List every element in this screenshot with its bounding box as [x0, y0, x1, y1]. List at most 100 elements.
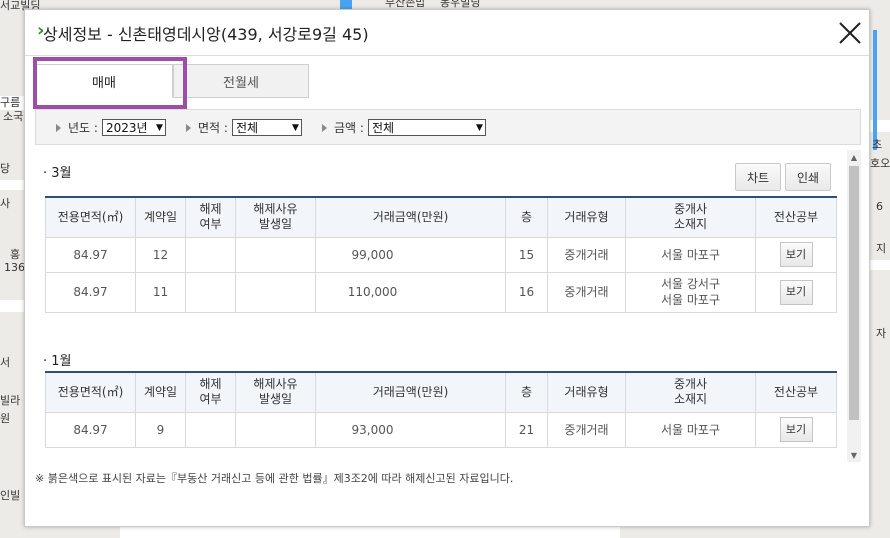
area-select[interactable]: 전체 ▼ [231, 119, 302, 136]
map-label: 6 [876, 200, 883, 213]
cell-day: 12 [135, 236, 186, 273]
month-title: · 3월 [43, 166, 72, 181]
map-label: 소국 [3, 110, 24, 123]
map-label: 호오 [870, 157, 890, 170]
view-registry-button[interactable]: 보기 [779, 279, 813, 305]
cell-reason [235, 271, 316, 313]
col-header-cancel: 해제 여부 [185, 371, 236, 413]
cell-day: 9 [135, 411, 186, 448]
cell-floor: 21 [505, 411, 548, 448]
amount-select-value: 전체 [371, 121, 395, 135]
cell-day: 11 [135, 271, 186, 313]
cell-price: 93,000 [315, 411, 506, 448]
area-select-value: 전체 [235, 121, 259, 135]
cell-broker: 서울 마포구 [625, 236, 756, 273]
col-header-price: 거래금액(만원) [315, 371, 506, 413]
cell-registry: 보기 [755, 271, 837, 313]
view-registry-button[interactable]: 보기 [779, 242, 813, 267]
map-label: 원 [0, 412, 11, 425]
header-divider [25, 55, 869, 56]
table-row: 84.97 9 93,000 21 중개거래 서울 마포구 보기 [45, 411, 837, 448]
triangle-right-icon [56, 123, 61, 132]
chevron-down-icon: ▼ [292, 122, 299, 133]
col-header-price: 거래금액(만원) [315, 196, 506, 238]
amount-filter: 금액 : 전체 ▼ [322, 119, 486, 136]
cell-type: 중개거래 [547, 271, 626, 313]
col-header-area: 전용면적(㎡) [45, 196, 136, 238]
tab-rent[interactable]: 전월세 [173, 64, 309, 98]
detail-modal: › 상세정보 - 신촌태영데시앙(439, 서강로9길 45) 매매 전월세 년… [24, 9, 870, 527]
triangle-right-icon [322, 123, 327, 132]
transaction-list[interactable]: · 3월 차트 인쇄 전용면적(㎡) 계약일 해제 여부 해제사유 발생일 거래금액… [35, 150, 861, 462]
cell-type: 중개거래 [547, 236, 626, 273]
col-header-floor: 층 [505, 196, 548, 238]
scroll-down-icon[interactable]: ▼ [847, 448, 861, 462]
scroll-up-icon[interactable]: ▲ [847, 150, 861, 164]
modal-header: › 상세정보 - 신촌태영데시앙(439, 서강로9길 45) [25, 10, 869, 56]
col-header-type: 거래유형 [547, 196, 626, 238]
deals-table-march: 전용면적(㎡) 계약일 해제 여부 해제사유 발생일 거래금액(만원) 층 거래유형… [45, 196, 837, 313]
year-select[interactable]: 2023년 ▼ [101, 119, 166, 136]
cell-floor: 16 [505, 271, 548, 313]
triangle-right-icon [186, 123, 191, 132]
amount-select[interactable]: 전체 ▼ [367, 119, 486, 136]
cell-area: 84.97 [45, 236, 136, 273]
close-button[interactable] [837, 20, 863, 46]
area-filter: 면적 : 전체 ▼ [186, 119, 302, 136]
cell-price: 99,000 [315, 236, 506, 273]
cell-floor: 15 [505, 236, 548, 273]
cell-broker: 서울 마포구 [625, 411, 756, 448]
col-header-registry: 전산공부 [755, 371, 837, 413]
cell-type: 중개거래 [547, 411, 626, 448]
col-header-area: 전용면적(㎡) [45, 371, 136, 413]
close-icon [839, 22, 861, 44]
vertical-scrollbar[interactable]: ▲ ▼ [847, 150, 861, 462]
map-label: 당 [0, 162, 11, 175]
table-header-row: 전용면적(㎡) 계약일 해제 여부 해제사유 발생일 거래금액(만원) 층 거래유형… [45, 371, 837, 413]
map-label: 서 [0, 356, 11, 369]
footnote: ※ 붉은색으로 표시된 자료는『부동산 거래신고 등에 관한 법률』제3조2에 … [35, 472, 514, 485]
col-header-reason: 해제사유 발생일 [235, 196, 316, 238]
map-label: 빌라 [0, 394, 21, 407]
area-filter-label: 면적 : [198, 121, 228, 135]
cell-reason [235, 411, 316, 448]
deals-table-january: 전용면적(㎡) 계약일 해제 여부 해제사유 발생일 거래금액(만원) 층 거래유형… [45, 371, 837, 448]
col-header-broker: 중개사 소재지 [625, 196, 756, 238]
chevron-down-icon: ▼ [156, 122, 163, 133]
table-header-row: 전용면적(㎡) 계약일 해제 여부 해제사유 발생일 거래금액(만원) 층 거래유형… [45, 196, 837, 238]
cell-registry: 보기 [755, 411, 837, 448]
map-label: 홍 [10, 248, 21, 261]
year-select-value: 2023년 [105, 121, 148, 135]
chevron-down-icon: ▼ [476, 122, 483, 133]
chart-button[interactable]: 차트 [735, 163, 781, 191]
col-header-type: 거래유형 [547, 371, 626, 413]
cell-cancel [185, 271, 236, 313]
col-header-day: 계약일 [135, 371, 186, 413]
cell-registry: 보기 [755, 236, 837, 273]
print-button[interactable]: 인쇄 [785, 163, 831, 191]
table-row: 84.97 11 110,000 16 중개거래 서울 강서구 서울 마포구 보기 [45, 271, 837, 313]
col-header-cancel: 해제 여부 [185, 196, 236, 238]
col-header-broker: 중개사 소재지 [625, 371, 756, 413]
map-label: 사 [0, 197, 11, 210]
col-header-registry: 전산공부 [755, 196, 837, 238]
year-filter: 년도 : 2023년 ▼ [56, 119, 166, 136]
col-header-reason: 해제사유 발생일 [235, 371, 316, 413]
col-header-day: 계약일 [135, 196, 186, 238]
month-title: · 1월 [43, 354, 72, 369]
map-label: 지 [876, 242, 887, 255]
cell-reason [235, 236, 316, 273]
cell-area: 84.97 [45, 411, 136, 448]
filter-bar: 년도 : 2023년 ▼ 면적 : 전체 ▼ 금액 : 전체 ▼ [35, 109, 861, 145]
scroll-thumb[interactable] [849, 166, 859, 420]
year-filter-label: 년도 : [68, 121, 98, 135]
modal-title: 상세정보 - 신촌태영데시앙(439, 서강로9길 45) [43, 25, 369, 44]
cell-price: 110,000 [315, 271, 506, 313]
tab-sale[interactable]: 매매 [35, 64, 173, 98]
map-label: 자 [876, 327, 887, 340]
cell-cancel [185, 411, 236, 448]
view-registry-button[interactable]: 보기 [779, 417, 813, 442]
cell-area: 84.97 [45, 271, 136, 313]
table-row: 84.97 12 99,000 15 중개거래 서울 마포구 보기 [45, 236, 837, 273]
amount-filter-label: 금액 : [334, 121, 364, 135]
